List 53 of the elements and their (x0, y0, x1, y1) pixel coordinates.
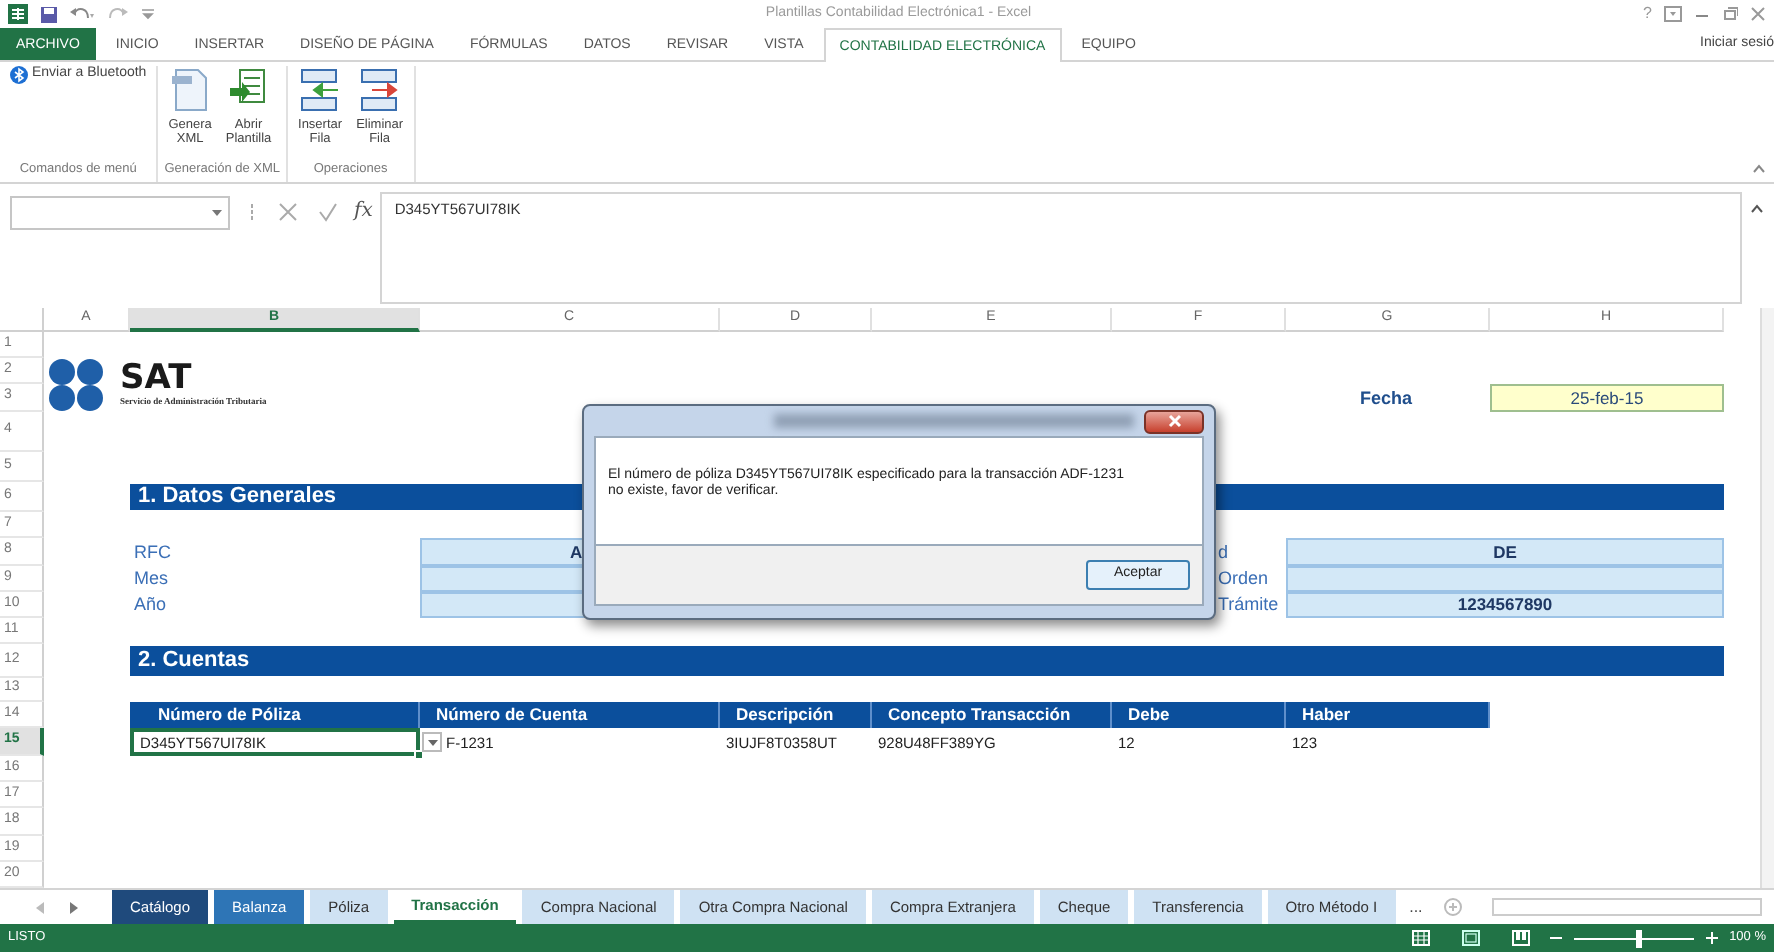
undo-icon[interactable] (70, 6, 94, 22)
field-cell[interactable]: DE (1286, 538, 1724, 566)
table-header: Descripción (720, 702, 872, 728)
customize-icon[interactable] (142, 8, 154, 20)
collapse-formula-icon[interactable] (1750, 204, 1764, 214)
normal-view-icon[interactable] (1411, 930, 1430, 946)
section-header: 2. Cuentas (130, 646, 1724, 676)
page-layout-icon[interactable] (1461, 930, 1480, 946)
date-cell[interactable]: 25-feb-15 (1490, 384, 1724, 412)
table-header: Número de Póliza (130, 702, 420, 728)
new-sheet-icon[interactable] (1444, 898, 1463, 916)
field-label: Orden (1218, 566, 1271, 592)
slider-thumb[interactable] (1636, 929, 1643, 947)
redo-icon[interactable] (106, 6, 130, 22)
vertical-scrollbar[interactable] (1760, 308, 1774, 888)
next-sheet-icon[interactable] (68, 901, 78, 913)
field-label: RFC (132, 539, 173, 566)
field-cell[interactable]: 1234567890 (1286, 592, 1724, 618)
maximize-icon[interactable] (1722, 6, 1738, 22)
bluetooth-icon (10, 66, 28, 84)
table-header: Debe (1112, 702, 1286, 728)
field-label: d (1218, 539, 1231, 566)
save-icon[interactable] (40, 5, 58, 23)
logo-text: SAT (120, 362, 192, 397)
spreadsheet-icon[interactable] (8, 4, 28, 24)
rows-arrow-icon (300, 68, 341, 112)
caret-icon (427, 739, 437, 745)
table-header: Concepto Transacción (872, 702, 1112, 728)
caret-icon (212, 210, 222, 216)
rows-arrow-icon (359, 68, 400, 112)
enter-icon[interactable] (318, 202, 338, 222)
field-label: Año (132, 592, 169, 618)
zoom-out-icon[interactable] (1549, 932, 1562, 944)
field-cell[interactable] (1286, 566, 1724, 592)
table-header: Número de Cuenta (420, 702, 720, 728)
zoom-in-icon[interactable] (1705, 932, 1718, 944)
insert-function-button[interactable]: fx (354, 200, 373, 224)
date-label: Fecha (1358, 385, 1415, 412)
more-tabs-button[interactable]: ... (1409, 897, 1423, 917)
document-icon (170, 68, 211, 112)
field-label: Mes (132, 566, 171, 592)
close-button[interactable] (1144, 409, 1204, 433)
ribbon-display-icon[interactable] (1664, 6, 1682, 22)
horizontal-scrollbar[interactable] (1492, 898, 1762, 916)
field-label: Trámite (1218, 592, 1281, 618)
dropdown-button[interactable] (422, 732, 442, 752)
cancel-icon[interactable] (278, 202, 298, 222)
table-header: Haber (1286, 702, 1490, 728)
page-break-icon[interactable] (1511, 930, 1530, 946)
close-icon (1167, 414, 1181, 428)
collapse-ribbon-icon[interactable] (1752, 164, 1766, 174)
close-icon[interactable] (1750, 6, 1766, 22)
previous-sheet-icon[interactable] (36, 901, 46, 913)
